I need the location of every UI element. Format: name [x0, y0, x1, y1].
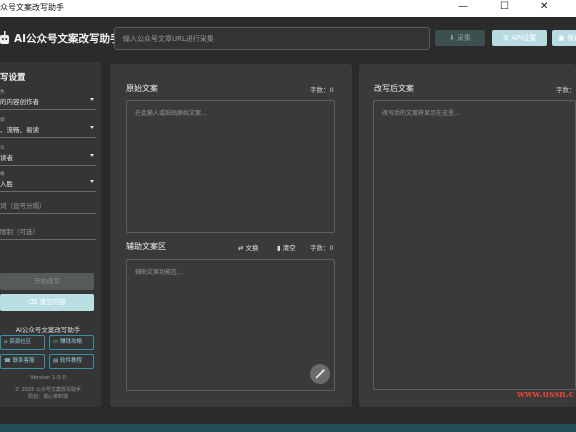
community-link[interactable]: ⌂ 资源社区 [0, 335, 45, 350]
support-link[interactable]: ☎ 联系客服 [0, 354, 45, 369]
rewritten-textarea[interactable]: 改写后的文案将显示在这里... [373, 100, 576, 390]
start-rewrite-button[interactable]: 开始改写 [0, 273, 94, 290]
version-text: Version 1.0.0 [30, 375, 66, 381]
copyright-text: © 2025 公众号文案改写助手 原创：漫心资料馆 [0, 387, 96, 401]
role-select[interactable]: 色 的内容创作者 [0, 88, 96, 110]
gear-icon: ⚙ [502, 34, 512, 42]
app-title: AI公众号文案改写助手 [14, 33, 121, 45]
tutorial-link-label: 软件教程 [59, 358, 82, 364]
api-settings-label: API设置 [511, 34, 537, 42]
copyright-line-2: 原创：漫心资料馆 [27, 394, 68, 400]
swap-button[interactable]: ⇄ 文换 [238, 242, 259, 252]
sidebar-brand: AI公众号文案改写助手 [15, 326, 81, 334]
clear-assist-label: 清空 [282, 244, 296, 252]
rewritten-count: 字数： [556, 86, 576, 94]
headset-icon: ☎ [4, 358, 13, 364]
role-select-value: 的内容创作者 [0, 98, 39, 106]
collect-button[interactable]: ⬇ 采集 [435, 30, 485, 46]
style-select[interactable]: 格 入胜 [0, 170, 96, 192]
rewritten-title: 改写后文案 [374, 84, 414, 93]
start-rewrite-label: 开始改写 [34, 277, 60, 285]
close-icon[interactable]: ✕ [540, 1, 548, 12]
money-guide-link[interactable]: ▭ 赚钱攻略 [49, 335, 94, 350]
style-select-value: 入胜 [0, 180, 13, 188]
download-icon: ⬇ [448, 34, 458, 42]
copyright-line-1: © 2025 公众号文案改写助手 [15, 387, 81, 393]
clear-assist-button[interactable]: ▮ 清空 [277, 242, 296, 252]
save-button[interactable]: ▣ 保存 [552, 30, 576, 46]
bottom-bar [0, 424, 576, 432]
tone-select-label: 调 [0, 118, 5, 123]
original-textarea[interactable]: 在此输入或粘贴原始文案... [126, 100, 335, 233]
support-link-label: 联系客服 [12, 358, 35, 364]
tutorial-link[interactable]: ▤ 软件教程 [49, 354, 94, 369]
magic-wand-icon [315, 369, 325, 379]
chevron-down-icon [90, 180, 94, 183]
window-title: 众号文案改写助手 [0, 3, 64, 12]
chevron-down-icon [90, 154, 94, 157]
money-guide-link-label: 赚钱攻略 [59, 339, 82, 345]
chevron-down-icon [90, 98, 94, 101]
book-icon: ▤ [53, 358, 60, 364]
app-header: AI公众号文案改写助手 ⬇ 采集 ⚙ API设置 ▣ 保存 [0, 17, 576, 62]
maximize-icon[interactable]: ☐ [500, 1, 509, 12]
swap-label: 文换 [245, 244, 259, 252]
original-count: 字数：0 [310, 86, 334, 94]
original-title: 原始文案 [126, 84, 158, 93]
url-input[interactable] [114, 27, 430, 50]
chevron-down-icon [90, 126, 94, 129]
save-icon: ▣ [558, 34, 567, 42]
role-select-label: 色 [0, 90, 5, 95]
assist-count: 字数：0 [310, 244, 334, 252]
robot-icon [0, 31, 9, 44]
assist-title: 辅助文案区 [126, 242, 166, 251]
community-link-label: 资源社区 [9, 339, 32, 345]
save-label: 保存 [566, 34, 576, 42]
keywords-field[interactable]: 词（逗号分隔） [0, 200, 96, 214]
extra-limit-field[interactable]: 限制（可选） [0, 226, 96, 240]
tone-select-value: 、流畅、易读 [0, 126, 39, 134]
api-settings-button[interactable]: ⚙ API设置 [492, 30, 547, 46]
tone-select[interactable]: 调 、流畅、易读 [0, 116, 96, 138]
clear-content-label: 清空内容 [39, 298, 66, 306]
swap-icon: ⇄ [238, 244, 246, 252]
collect-label: 采集 [457, 34, 472, 42]
assist-textarea[interactable]: 辅助文案功能区... [126, 259, 335, 391]
window-titlebar: 众号文案改写助手 — ☐ ✕ [0, 0, 576, 17]
eraser-icon: ⌫ [28, 298, 40, 306]
money-icon: ▭ [53, 339, 60, 345]
audience-select[interactable]: 众 读者 [0, 144, 96, 166]
style-select-label: 格 [0, 172, 5, 177]
magic-wand-button[interactable] [310, 364, 330, 384]
settings-sidebar: 写设置 色 的内容创作者 调 、流畅、易读 众 读者 格 入胜 词（逗号分隔） … [0, 62, 101, 407]
sidebar-title: 写设置 [0, 73, 26, 83]
watermark-text: www.ussn.c [517, 390, 575, 400]
audience-select-label: 众 [0, 146, 5, 151]
clear-content-button[interactable]: ⌫ 清空内容 [0, 294, 94, 311]
minimize-icon[interactable]: — [458, 1, 468, 12]
audience-select-value: 读者 [0, 154, 13, 162]
